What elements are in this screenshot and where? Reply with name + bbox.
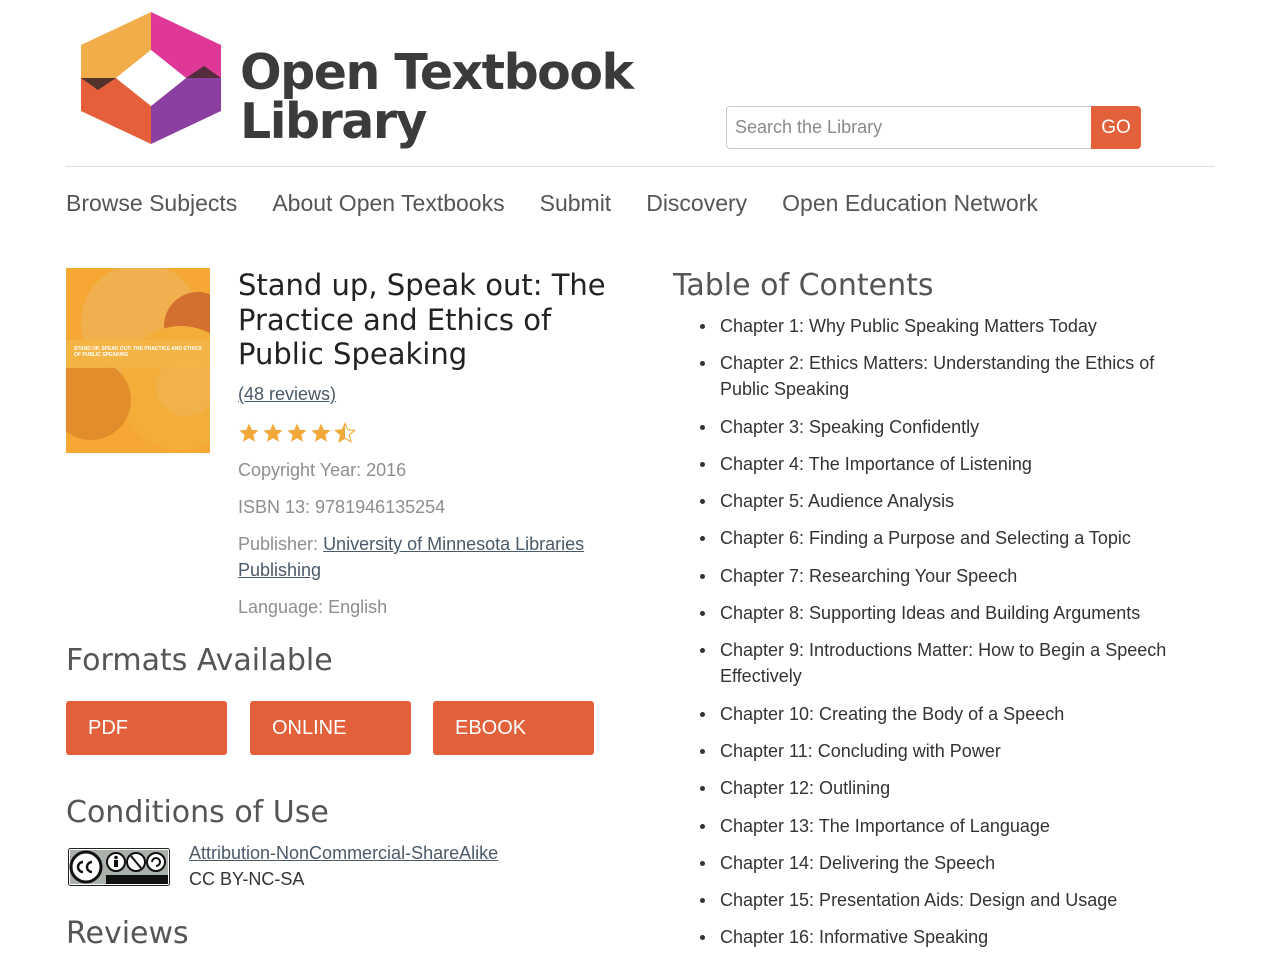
toc-item: Chapter 11: Concluding with Power: [700, 738, 1200, 764]
star-full-icon: [263, 423, 283, 442]
main-nav: Browse Subjects About Open Textbooks Sub…: [66, 190, 1038, 217]
toc-item: Chapter 8: Supporting Ideas and Building…: [700, 600, 1200, 626]
search-go-button[interactable]: GO: [1091, 106, 1141, 149]
search-form: GO: [726, 106, 1141, 149]
site-brand[interactable]: Open Textbook Library: [240, 44, 634, 150]
publisher: Publisher: University of Minnesota Libra…: [238, 531, 618, 583]
license-name-link[interactable]: Attribution-NonCommercial-ShareAlike: [189, 843, 498, 864]
star-full-icon: [311, 423, 331, 442]
isbn: ISBN 13: 9781946135254: [238, 497, 446, 517]
toc-item: Chapter 16: Informative Speaking: [700, 924, 1200, 950]
publisher-label: Publisher:: [238, 534, 319, 554]
nav-discovery[interactable]: Discovery: [646, 190, 747, 217]
reviews-count-link[interactable]: (48 reviews): [238, 384, 336, 405]
toc-item: Chapter 3: Speaking Confidently: [700, 414, 1200, 440]
rating-stars: [238, 422, 356, 444]
brand-line-1: Open Textbook: [240, 44, 634, 101]
search-input[interactable]: [726, 106, 1091, 149]
toc-list: Chapter 1: Why Public Speaking Matters T…: [700, 313, 1200, 960]
toc-item: Chapter 6: Finding a Purpose and Selecti…: [700, 525, 1200, 551]
nav-about-open-textbooks[interactable]: About Open Textbooks: [272, 190, 504, 217]
toc-item: Chapter 2: Ethics Matters: Understanding…: [700, 350, 1200, 402]
book-title: Stand up, Speak out: The Practice and Et…: [238, 268, 606, 371]
star-full-icon: [287, 423, 307, 442]
language: Language: English: [238, 597, 388, 617]
toc-item: Chapter 13: The Importance of Language: [700, 813, 1200, 839]
format-ebook-button[interactable]: EBOOK: [433, 701, 594, 755]
nav-browse-subjects[interactable]: Browse Subjects: [66, 190, 237, 217]
format-online-button[interactable]: ONLINE: [250, 701, 411, 755]
nav-submit[interactable]: Submit: [540, 190, 612, 217]
brand-line-2: Library: [240, 93, 427, 150]
toc-heading: Table of Contents: [673, 268, 934, 303]
star-full-icon: [239, 423, 259, 442]
toc-item: Chapter 1: Why Public Speaking Matters T…: [700, 313, 1200, 339]
format-pdf-button[interactable]: PDF: [66, 701, 227, 755]
header-divider: [66, 166, 1214, 167]
toc-item: Chapter 9: Introductions Matter: How to …: [700, 637, 1200, 689]
cc-by-nc-sa-badge-icon[interactable]: [68, 848, 170, 886]
star-half-icon: [334, 422, 356, 443]
open-textbook-library-logo-icon[interactable]: [76, 12, 226, 144]
toc-item: Chapter 7: Researching Your Speech: [700, 563, 1200, 589]
toc-item: Chapter 5: Audience Analysis: [700, 488, 1200, 514]
toc-item: Chapter 12: Outlining: [700, 775, 1200, 801]
book-cover-image[interactable]: STAND UP, SPEAK OUT: THE PRACTICE AND ET…: [66, 268, 210, 453]
cover-title-text: STAND UP, SPEAK OUT: THE PRACTICE AND ET…: [74, 346, 202, 358]
toc-item: Chapter 4: The Importance of Listening: [700, 451, 1200, 477]
nav-open-education-network[interactable]: Open Education Network: [782, 190, 1038, 217]
toc-item: Chapter 15: Presentation Aids: Design an…: [700, 887, 1200, 913]
copyright-year: Copyright Year: 2016: [238, 460, 407, 480]
license-code: CC BY-NC-SA: [189, 869, 305, 889]
reviews-heading: Reviews: [66, 916, 189, 951]
conditions-heading: Conditions of Use: [66, 795, 329, 830]
formats-heading: Formats Available: [66, 643, 333, 678]
toc-item: Chapter 10: Creating the Body of a Speec…: [700, 701, 1200, 727]
toc-item: Chapter 14: Delivering the Speech: [700, 850, 1200, 876]
